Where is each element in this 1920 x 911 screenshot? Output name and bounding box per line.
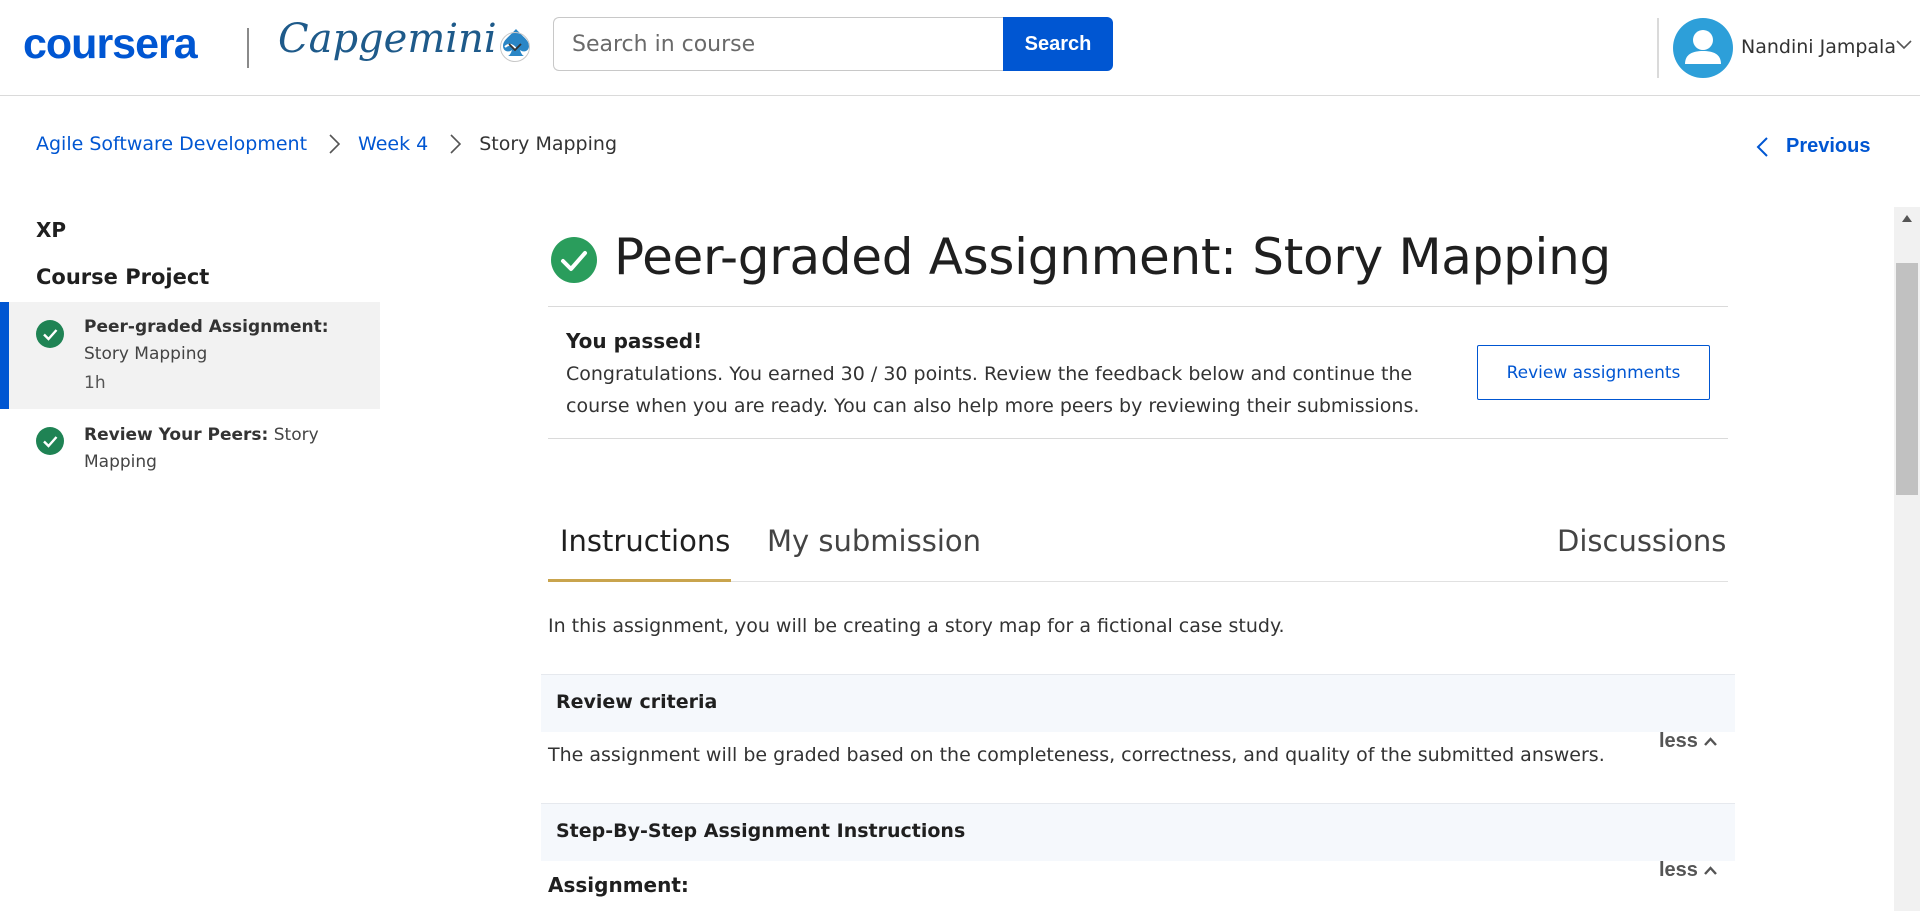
- sidebar-section-title: Course Project: [36, 265, 210, 289]
- search-button[interactable]: Search: [1003, 17, 1113, 71]
- avatar[interactable]: [1673, 18, 1733, 78]
- pass-banner: You passed! Congratulations. You earned …: [548, 306, 1728, 439]
- less-label: less: [1659, 730, 1698, 752]
- sidebar-item-duration: 1h: [84, 373, 106, 393]
- chevron-right-icon: [329, 134, 341, 154]
- search-input[interactable]: [553, 17, 1004, 71]
- breadcrumb-course-link[interactable]: Agile Software Development: [36, 133, 307, 155]
- chevron-right-icon: [450, 134, 462, 154]
- chevron-left-icon: [1756, 136, 1768, 157]
- previous-button[interactable]: Previous: [1756, 135, 1870, 158]
- chevron-down-icon: [508, 42, 522, 51]
- review-criteria-body: The assignment will be graded based on t…: [548, 744, 1605, 766]
- collapse-toggle[interactable]: less: [1659, 859, 1717, 882]
- less-label: less: [1659, 859, 1698, 881]
- breadcrumb-current: Story Mapping: [479, 133, 618, 155]
- review-criteria-header: Review criteria: [541, 674, 1735, 732]
- user-name[interactable]: Nandini Jampala: [1741, 36, 1896, 58]
- user-icon: [1685, 30, 1721, 64]
- partner-logo-text: Capgemini: [278, 16, 497, 62]
- sidebar-item-review-peers[interactable]: Review Your Peers: Story Mapping: [0, 409, 380, 481]
- section-heading: Step-By-Step Assignment Instructions: [556, 820, 966, 842]
- chevron-up-icon: [1704, 866, 1717, 875]
- logo-divider: [247, 28, 249, 68]
- page-title: Peer-graded Assignment: Story Mapping: [614, 228, 1611, 286]
- check-circle-icon: [36, 320, 64, 348]
- scrollbar-thumb[interactable]: [1896, 263, 1918, 495]
- assignment-intro: In this assignment, you will be creating…: [548, 615, 1285, 637]
- sidebar-xp-heading: XP: [36, 218, 67, 242]
- partner-menu-button[interactable]: [500, 32, 530, 62]
- user-divider: [1657, 18, 1659, 78]
- chevron-up-icon: [1704, 737, 1717, 746]
- previous-label: Previous: [1786, 135, 1871, 157]
- scroll-up-arrow-icon[interactable]: [1894, 207, 1920, 229]
- review-assignments-button[interactable]: Review assignments: [1477, 345, 1710, 400]
- breadcrumb: Agile Software Development Week 4 Story …: [36, 133, 617, 155]
- collapse-toggle[interactable]: less: [1659, 730, 1717, 753]
- sidebar-item-bold-label: Peer-graded Assignment:: [84, 317, 329, 337]
- sidebar-item-bold-label: Review Your Peers:: [84, 425, 269, 445]
- breadcrumb-week-link[interactable]: Week 4: [358, 133, 428, 155]
- check-circle-icon: [36, 427, 64, 455]
- top-header: coursera Capgemini Search Nandini Jampal…: [0, 0, 1920, 96]
- partner-logo[interactable]: Capgemini: [278, 16, 533, 62]
- sidebar-item-label: Story Mapping: [84, 344, 208, 364]
- sidebar-item-peer-graded-assignment[interactable]: Peer-graded Assignment: Story Mapping 1h: [0, 302, 380, 409]
- tab-my-submission[interactable]: My submission: [767, 524, 981, 558]
- active-tab-indicator: [548, 579, 731, 582]
- tab-discussions[interactable]: Discussions: [1557, 524, 1726, 558]
- coursera-logo[interactable]: coursera: [23, 20, 198, 69]
- assignment-label: Assignment:: [548, 873, 689, 897]
- check-circle-icon: [551, 237, 597, 283]
- chevron-down-icon[interactable]: [1896, 40, 1912, 50]
- pass-heading: You passed!: [566, 329, 703, 353]
- section-heading: Review criteria: [556, 691, 718, 713]
- vertical-scrollbar[interactable]: [1894, 207, 1920, 911]
- step-by-step-header: Step-By-Step Assignment Instructions: [541, 803, 1735, 861]
- tab-instructions[interactable]: Instructions: [560, 524, 730, 558]
- pass-message: Congratulations. You earned 30 / 30 poin…: [566, 363, 1420, 417]
- tab-bar: Instructions My submission Discussions: [548, 510, 1728, 582]
